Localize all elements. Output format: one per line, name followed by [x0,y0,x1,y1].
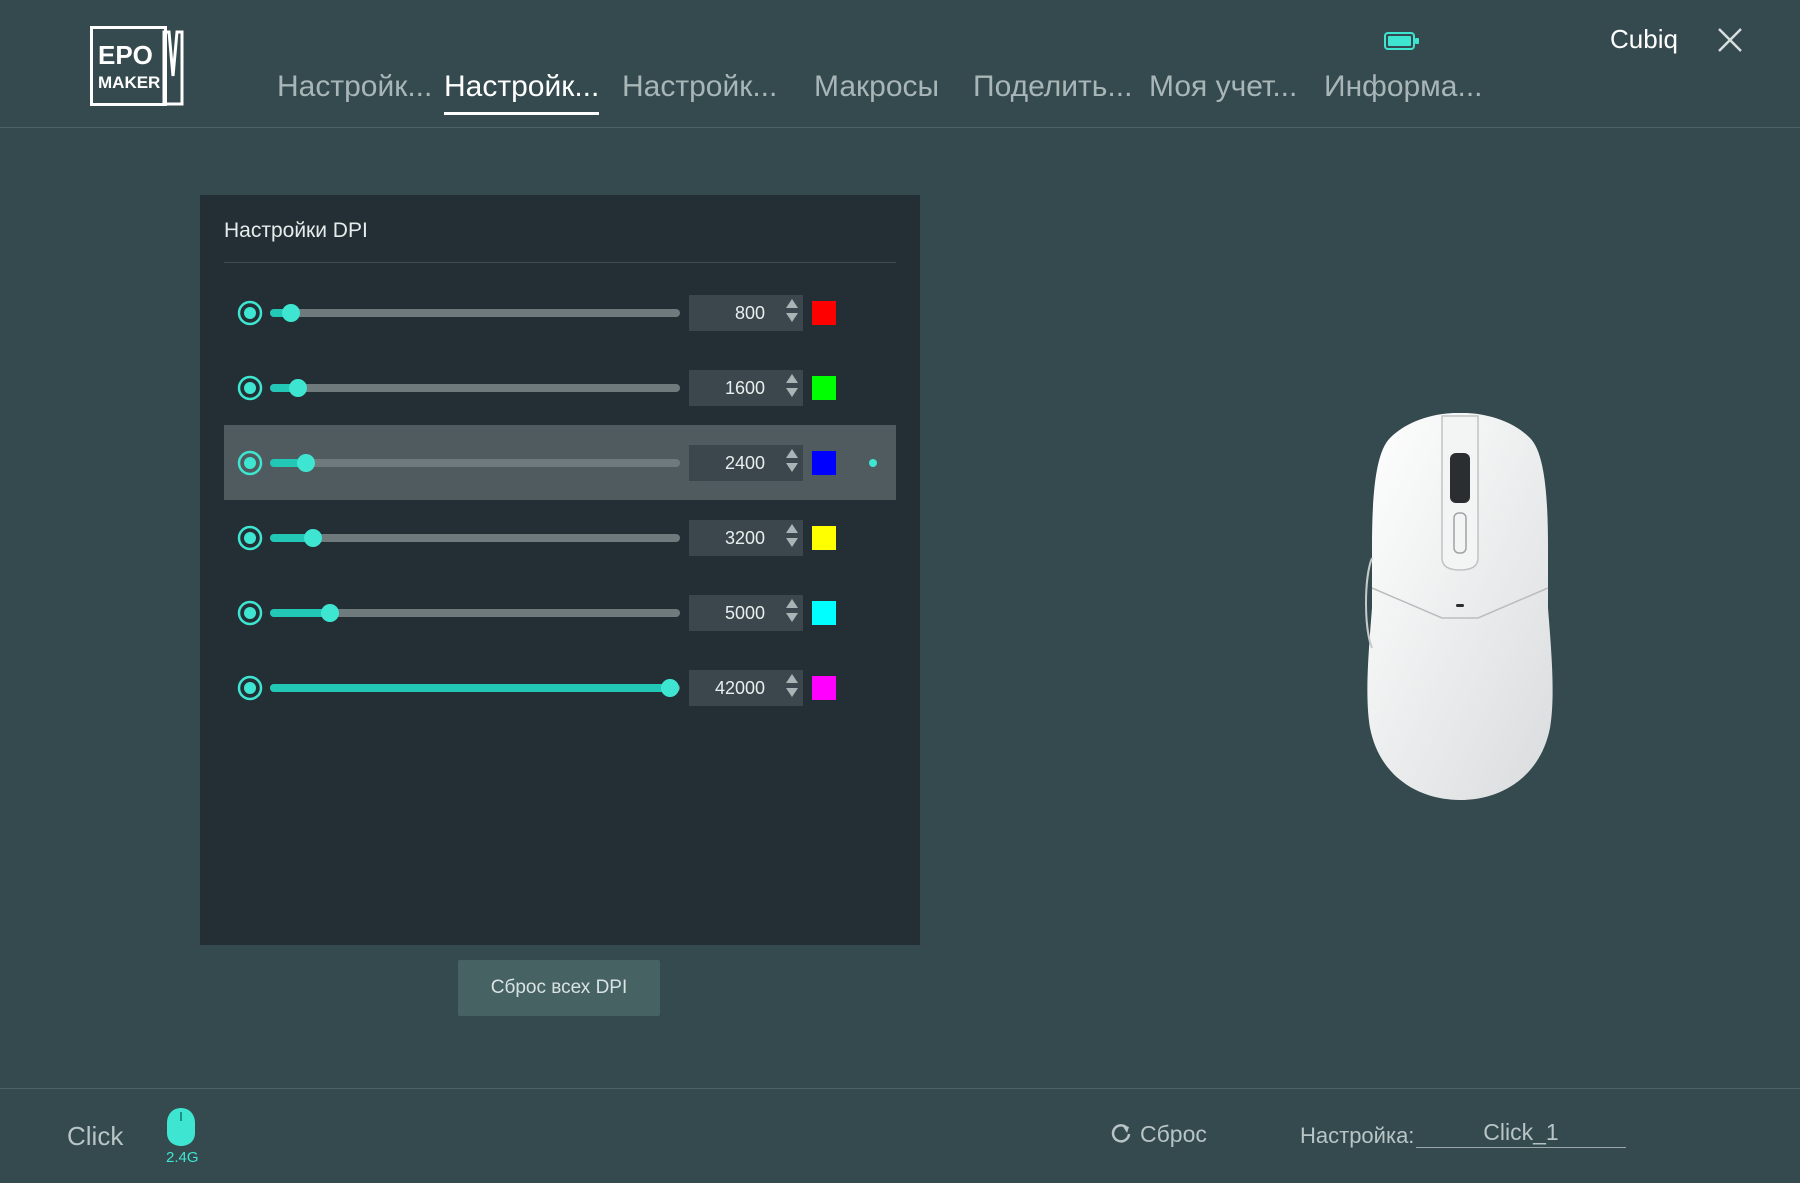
dpi-value: 800 [734,303,765,323]
dpi-value: 2400 [724,453,765,473]
mouse-image [1365,413,1553,800]
slider-thumb[interactable] [320,604,339,622]
dpi-value: 1600 [724,378,765,398]
chevron-down-icon[interactable] [786,388,798,397]
tab-info[interactable]: Информа... [1324,70,1483,112]
tab-share[interactable]: Поделить... [973,70,1132,112]
dpi-select-radio[interactable] [237,300,263,326]
dpi-row[interactable]: 5000 [224,575,896,650]
dpi-select-radio[interactable] [237,525,263,551]
username[interactable]: Cubiq [1610,24,1678,55]
tab-settings-1[interactable]: Настройк... [277,70,432,112]
chevron-up-icon[interactable] [786,449,798,458]
dpi-value: 5000 [724,603,765,623]
reset-label: Сброс [1140,1121,1207,1147]
tab-settings-2[interactable]: Настройк... [444,70,600,115]
battery-icon [1384,32,1419,50]
status-bar: Click 2.4G Сброс Настройка: Click_1 [0,1088,1800,1183]
dpi-value: 42000 [714,678,765,698]
svg-text:MAKER: MAKER [98,73,160,92]
dpi-value-input[interactable]: 1600 [689,370,803,406]
dpi-value-input[interactable]: 5000 [689,595,803,631]
dpi-value-input[interactable]: 2400 [689,445,803,481]
slider-thumb[interactable] [281,304,300,322]
slider-thumb[interactable] [296,454,315,472]
slider-thumb[interactable] [289,379,308,397]
dpi-row[interactable]: 800 [224,275,896,350]
tab-macros[interactable]: Макросы [814,70,939,112]
dpi-color-swatch[interactable] [812,601,836,625]
dpi-stepper[interactable] [785,297,799,329]
active-indicator [869,459,877,467]
tab-settings-3[interactable]: Настройк... [622,70,777,112]
dpi-value-input[interactable]: 3200 [689,520,803,556]
slider-thumb[interactable] [303,529,322,547]
connection-label: 2.4G [166,1149,199,1166]
dpi-settings-panel: Настройки DPI 800 1600 2400 3200 5000 42000 [200,195,920,945]
dpi-row[interactable]: 2400 [224,425,896,500]
chevron-up-icon[interactable] [786,299,798,308]
dpi-select-radio[interactable] [237,375,263,401]
dpi-value: 3200 [724,528,765,548]
dpi-color-swatch[interactable] [812,676,836,700]
divider [224,262,896,263]
mouse-device-icon[interactable] [166,1107,196,1147]
panel-title: Настройки DPI [224,219,368,242]
dpi-row[interactable]: 1600 [224,350,896,425]
dpi-row[interactable]: 3200 [224,500,896,575]
chevron-down-icon[interactable] [786,463,798,472]
top-bar: EPO MAKER Настройк... Настройк... Настро… [0,0,1800,128]
epomaker-logo: EPO MAKER [90,26,184,106]
svg-text:EPO: EPO [98,40,153,70]
dpi-slider[interactable] [270,528,680,548]
chevron-down-icon[interactable] [786,688,798,697]
close-icon[interactable] [1714,24,1746,56]
dpi-slider[interactable] [270,603,680,623]
dpi-select-radio[interactable] [237,675,263,701]
chevron-up-icon[interactable] [786,599,798,608]
dpi-stepper[interactable] [785,672,799,704]
slider-thumb[interactable] [661,679,679,697]
chevron-up-icon[interactable] [786,674,798,683]
dpi-slider[interactable] [270,453,680,473]
dpi-stepper[interactable] [785,447,799,479]
reset-all-dpi-button[interactable]: Сброс всех DPI [458,960,660,1016]
dpi-select-radio[interactable] [237,450,263,476]
refresh-icon [1111,1124,1131,1143]
slider-track [270,459,680,467]
dpi-color-swatch[interactable] [812,376,836,400]
chevron-down-icon[interactable] [786,313,798,322]
slider-track [270,384,680,392]
profile-label: Настройка: [1300,1123,1415,1148]
slider-track [270,534,680,542]
dpi-stepper[interactable] [785,597,799,629]
tab-account[interactable]: Моя учет... [1149,70,1297,112]
dpi-stepper[interactable] [785,522,799,554]
dpi-slider[interactable] [270,378,680,398]
dpi-select-radio[interactable] [237,600,263,626]
dpi-value-input[interactable]: 42000 [689,670,803,706]
slider-track [270,309,680,317]
device-name: Click [67,1121,124,1151]
chevron-down-icon[interactable] [786,538,798,547]
dpi-value-input[interactable]: 800 [689,295,803,331]
chevron-up-icon[interactable] [786,374,798,383]
dpi-color-swatch[interactable] [812,526,836,550]
chevron-up-icon[interactable] [786,524,798,533]
profile-selector[interactable]: Click_1 [1416,1119,1626,1148]
reset-button[interactable]: Сброс [1110,1121,1207,1148]
dpi-stepper[interactable] [785,372,799,404]
dpi-color-swatch[interactable] [812,301,836,325]
dpi-row[interactable]: 42000 [224,650,896,725]
chevron-down-icon[interactable] [786,613,798,622]
dpi-color-swatch[interactable] [812,451,836,475]
dpi-slider[interactable] [270,303,680,323]
slider-fill [270,684,670,692]
dpi-slider[interactable] [270,678,680,698]
